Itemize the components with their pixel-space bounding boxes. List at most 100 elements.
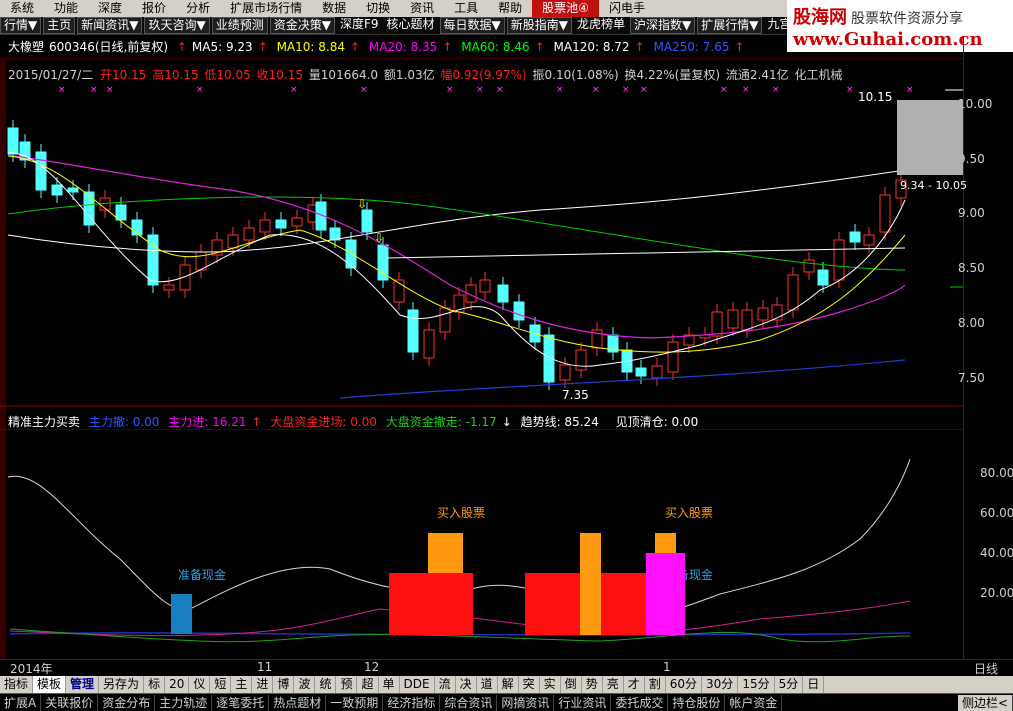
indicator-tab[interactable]: 5分 [775, 676, 804, 693]
menu-news[interactable]: 资讯 [400, 0, 444, 17]
toolbar-index[interactable]: 沪深指数▼ [630, 17, 696, 34]
indicator-tab[interactable]: 进 [252, 676, 274, 693]
bottom-tab[interactable]: 帐户资金 [725, 694, 783, 711]
candle-body [849, 231, 861, 243]
bottom-tab[interactable]: 经济指标 [383, 694, 441, 711]
stock-code: 600346 [49, 40, 95, 54]
bottom-tab[interactable]: 行业资讯 [554, 694, 612, 711]
indicator-tab[interactable]: 割 [645, 676, 666, 693]
menu-depth[interactable]: 深度 [88, 0, 132, 17]
indicator-tab[interactable]: 势 [582, 676, 603, 693]
indicator-tab[interactable]: 倒 [561, 676, 582, 693]
indicator-tab[interactable]: 30分 [702, 676, 739, 693]
indicator-tab[interactable]: DDE [400, 676, 435, 693]
indicator-tab[interactable]: 才 [624, 676, 645, 693]
candle-body [727, 309, 739, 329]
menu-quote[interactable]: 报价 [132, 0, 176, 17]
toolbar-f9[interactable]: 深度F9 [337, 17, 382, 34]
indicator-tab[interactable]: 解 [498, 676, 519, 693]
menu-system[interactable]: 系统 [0, 0, 44, 17]
toolbar-news[interactable]: 新闻资讯▼ [77, 17, 143, 34]
high-price-label: 10.15 [858, 90, 893, 104]
signal-marks-group: × × × × × × × × × × × × × × × × × × [58, 85, 914, 95]
indicator-tab[interactable]: 仪 [189, 676, 211, 693]
menu-switch[interactable]: 切换 [356, 0, 400, 17]
menu-function[interactable]: 功能 [44, 0, 88, 17]
price-tick: 10.00 [958, 97, 993, 111]
candle-body [275, 219, 287, 229]
toolbar-fund-decision[interactable]: 资金决策▼ [269, 17, 335, 34]
sidebar-toggle[interactable]: 侧边栏< [957, 694, 1013, 711]
indicator-tab[interactable]: 统 [315, 676, 337, 693]
signal-mark-icon: × [446, 85, 454, 95]
bottom-tab[interactable]: 综合资讯 [440, 694, 498, 711]
indicator-trend: 趋势线: 85.24 [520, 415, 599, 429]
candle-body [833, 239, 845, 281]
indicator-tab[interactable]: 标 [144, 676, 166, 693]
indicator-tab[interactable]: 道 [477, 676, 498, 693]
indicator-tab[interactable]: 模板 [33, 676, 67, 693]
menu-tools[interactable]: 工具 [444, 0, 488, 17]
bottom-tab[interactable]: 关联报价 [41, 694, 99, 711]
header-divider [0, 58, 963, 59]
indicator-tab[interactable]: 决 [456, 676, 477, 693]
menu-extended-market[interactable]: 扩展市场行情 [220, 0, 312, 17]
candle-body [667, 341, 679, 373]
bottom-tab[interactable]: 主力轨迹 [155, 694, 213, 711]
indicator-tab-bar: 指标 模板 管理 另存为标 20 仪短主进博波统预超单 DDE 流决道解突实倒势亮才割 60分 3… [0, 676, 1013, 693]
indicator-tab[interactable]: 短 [210, 676, 232, 693]
toolbar-home[interactable]: 主页 [43, 17, 76, 34]
bottom-tab[interactable]: 热点题材 [269, 694, 327, 711]
indicator-tab[interactable]: 超 [357, 676, 379, 693]
toolbar-extended[interactable]: 扩展行情▼ [697, 17, 763, 34]
candle-body [879, 194, 891, 233]
menu-analysis[interactable]: 分析 [176, 0, 220, 17]
menu-help[interactable]: 帮助 [488, 0, 532, 17]
indicator-tab[interactable]: 博 [273, 676, 295, 693]
bottom-tab[interactable]: 扩展A [0, 694, 42, 711]
toolbar-dragon-tiger[interactable]: 龙虎榜单 [574, 17, 628, 34]
toolbar-core-theme[interactable]: 核心题材 [384, 17, 438, 34]
bottom-tab[interactable]: 委托成交 [611, 694, 669, 711]
candle-body [259, 219, 271, 233]
bottom-tab[interactable]: 资金分布 [98, 694, 156, 711]
menu-stock-pool[interactable]: 股票池④ [532, 0, 599, 17]
toolbar-daily-data[interactable]: 每日数据▼ [439, 17, 505, 34]
toolbar-forecast[interactable]: 业绩预测 [211, 17, 268, 34]
buy-stock-label: 买入股票 [437, 506, 486, 520]
bottom-tab[interactable]: 一致预期 [326, 694, 384, 711]
indicator-tab[interactable]: 管理 [66, 676, 100, 693]
indicator-tab[interactable]: 60分 [666, 676, 703, 693]
menu-data[interactable]: 数据 [312, 0, 356, 17]
candle-body [163, 284, 175, 291]
indicator-tab[interactable]: 单 [379, 676, 400, 693]
toolbar-jiutian[interactable]: 玖天咨询▼ [144, 17, 210, 34]
toolbar-quotes[interactable]: 行情▼ [0, 17, 42, 34]
toolbar-ipo-guide[interactable]: 新股指南▼ [506, 17, 572, 34]
candlestick-chart[interactable]: × × × × × × × × × × × × × × × × × × ⇩ ⇩ [0, 80, 963, 420]
indicator-tab[interactable]: 实 [540, 676, 561, 693]
signal-mark-icon: × [720, 85, 728, 95]
bottom-tab[interactable]: 逐笔委托 [212, 694, 270, 711]
indicator-tab[interactable]: 主 [231, 676, 253, 693]
indicator-tab[interactable]: 另存为 [99, 676, 145, 693]
indicator-tab[interactable]: 指标 [0, 676, 34, 693]
period-label: 日线 [974, 662, 999, 676]
indicator-tab[interactable]: 亮 [603, 676, 624, 693]
indicator-tab[interactable]: 15分 [738, 676, 775, 693]
indicator-tab[interactable]: 突 [519, 676, 540, 693]
indicator-tab[interactable]: 预 [336, 676, 358, 693]
candle-body [407, 309, 419, 353]
indicator-top-exit: 见顶清仓: 0.00 [615, 415, 699, 429]
indicator-tab[interactable]: 流 [435, 676, 456, 693]
indicator-tab[interactable]: 日 [803, 676, 825, 693]
candle-body [711, 311, 723, 337]
menu-flash-trade[interactable]: 闪电手 [599, 0, 655, 17]
indicator-tab[interactable]: 20 [165, 676, 190, 693]
indicator-tab[interactable]: 波 [294, 676, 316, 693]
logo-slogan: 股票软件资源分享 [851, 11, 963, 27]
indicator-chart[interactable] [0, 429, 963, 659]
bottom-tab[interactable]: 网摘资讯 [497, 694, 555, 711]
down-arrow-icon: ⇩ [357, 197, 367, 211]
bottom-tab[interactable]: 持仓股份 [668, 694, 726, 711]
